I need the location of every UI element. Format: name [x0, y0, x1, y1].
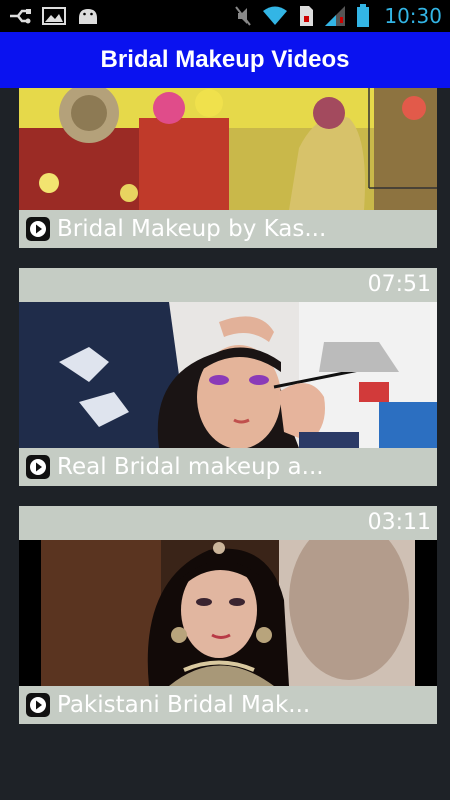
- video-thumbnail[interactable]: [19, 302, 437, 448]
- signal-icon: [324, 5, 346, 27]
- sd-card-icon: [298, 5, 314, 27]
- video-title-row[interactable]: Bridal Makeup by Kas...: [19, 210, 437, 248]
- play-icon: [25, 454, 51, 480]
- video-list[interactable]: Bridal Makeup by Kas... 07:51 Real Brida…: [0, 88, 450, 800]
- video-thumbnail[interactable]: [19, 540, 437, 686]
- video-title: Pakistani Bridal Mak...: [57, 692, 311, 718]
- android-icon: [76, 6, 100, 26]
- video-card[interactable]: Bridal Makeup by Kas...: [19, 88, 437, 248]
- app-title: Bridal Makeup Videos: [100, 46, 350, 73]
- play-icon: [25, 692, 51, 718]
- wifi-icon: [262, 5, 288, 27]
- video-thumbnail[interactable]: [19, 88, 437, 210]
- video-title-row[interactable]: Pakistani Bridal Mak...: [19, 686, 437, 724]
- video-duration: 07:51: [19, 268, 437, 302]
- gallery-icon: [42, 7, 66, 25]
- video-title-row[interactable]: Real Bridal makeup a...: [19, 448, 437, 486]
- video-duration: 03:11: [19, 506, 437, 540]
- status-bar: 10:30: [0, 0, 450, 32]
- status-time: 10:30: [384, 4, 442, 28]
- video-card[interactable]: 07:51 Real Bridal makeup a...: [19, 268, 437, 486]
- video-title: Bridal Makeup by Kas...: [57, 216, 327, 242]
- video-title: Real Bridal makeup a...: [57, 454, 324, 480]
- play-icon: [25, 216, 51, 242]
- video-card[interactable]: 03:11 Pakistani Bridal Mak...: [19, 506, 437, 724]
- action-bar: Bridal Makeup Videos: [0, 32, 450, 88]
- battery-icon: [356, 4, 370, 28]
- usb-icon: [8, 7, 32, 25]
- mute-icon: [234, 5, 252, 27]
